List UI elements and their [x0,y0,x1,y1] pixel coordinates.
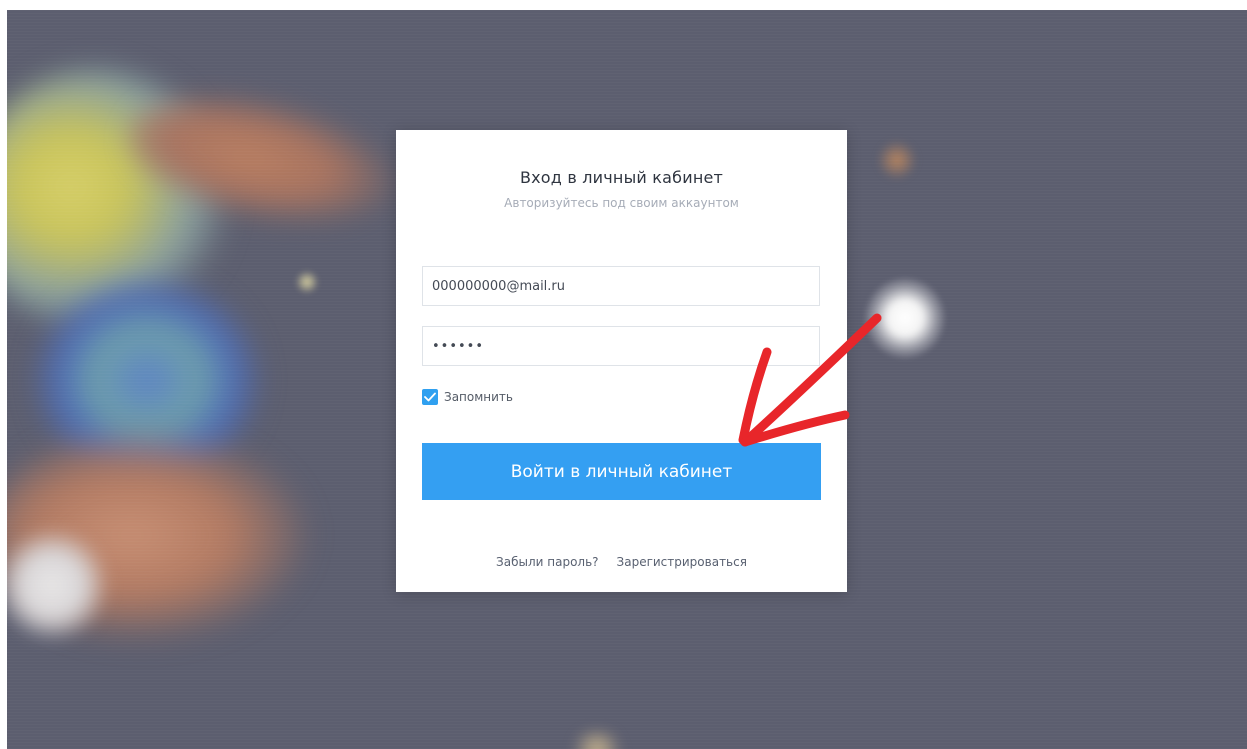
login-subtitle: Авторизуйтесь под своим аккаунтом [504,196,739,210]
remember-label: Запомнить [444,390,513,404]
background-spark [295,270,319,294]
page-background: Вход в личный кабинет Авторизуйтесь под … [7,10,1247,749]
remember-checkbox[interactable]: Запомнить [422,388,513,406]
login-submit-button[interactable]: Войти в личный кабинет [422,443,821,500]
background-light-ball [865,278,945,358]
forgot-password-link[interactable]: Забыли пароль? [496,555,598,569]
login-card: Вход в личный кабинет Авторизуйтесь под … [396,130,847,592]
background-spark [877,140,917,180]
email-field[interactable] [422,266,820,306]
auth-links: Забыли пароль? Зарегистрироваться [396,555,847,569]
password-field[interactable] [422,326,820,366]
background-spark [567,730,627,749]
register-link[interactable]: Зарегистрироваться [617,555,747,569]
login-title: Вход в личный кабинет [519,168,724,187]
checkmark-icon[interactable] [422,389,438,405]
